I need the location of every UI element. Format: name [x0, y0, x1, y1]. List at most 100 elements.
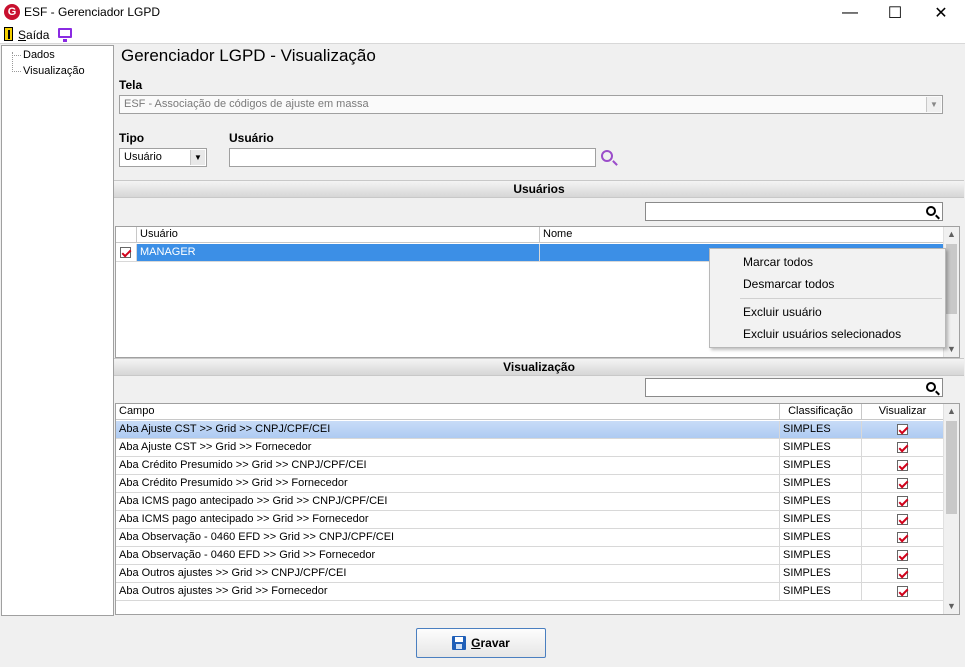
context-menu: Marcar todos Desmarcar todos Excluir usu… — [709, 248, 946, 348]
cell-visualizar — [862, 439, 944, 457]
table-row[interactable]: Aba Outros ajustes >> Grid >> Fornecedor… — [116, 583, 944, 601]
users-col-usuario[interactable]: Usuário — [137, 227, 540, 243]
visualizar-checkbox[interactable] — [897, 585, 908, 597]
app-logo-icon: G — [4, 4, 20, 20]
menu-item-marcar-todos[interactable]: Marcar todos — [743, 255, 813, 269]
cell-classificacao: SIMPLES — [780, 493, 862, 511]
window-title: ESF - Gerenciador LGPD — [24, 5, 161, 19]
cell-classificacao: SIMPLES — [780, 511, 862, 529]
menu-item-desmarcar-todos[interactable]: Desmarcar todos — [743, 277, 834, 291]
visualizar-checkbox[interactable] — [897, 459, 908, 471]
cell-campo: Aba Observação - 0460 EFD >> Grid >> CNP… — [116, 529, 780, 547]
tela-label: Tela — [119, 78, 143, 92]
cell-campo: Aba Outros ajustes >> Grid >> CNPJ/CPF/C… — [116, 565, 780, 583]
title-bar: G ESF - Gerenciador LGPD — ☐ ✕ — [0, 0, 965, 26]
users-section-header: Usuários — [114, 180, 964, 198]
menu-separator — [740, 298, 942, 299]
table-row[interactable]: Aba ICMS pago antecipado >> Grid >> Forn… — [116, 511, 944, 529]
menu-item-excluir-selecionados[interactable]: Excluir usuários selecionados — [743, 327, 901, 341]
tipo-dropdown-arrow-icon[interactable]: ▼ — [190, 150, 205, 165]
tela-dropdown-arrow-icon[interactable]: ▼ — [926, 97, 941, 112]
users-grid-check-header — [116, 227, 137, 243]
vis-grid-scrollbar[interactable]: ▲ ▼ — [943, 404, 959, 614]
scroll-up-icon[interactable]: ▲ — [944, 227, 959, 242]
cell-classificacao: SIMPLES — [780, 475, 862, 493]
visualizacao-grid: Campo Classificação Visualizar Aba Ajust… — [115, 403, 960, 615]
menu-bar: Saída — [0, 26, 965, 44]
page-title: Gerenciador LGPD - Visualização — [121, 46, 376, 65]
gravar-button[interactable]: Gravar — [416, 628, 546, 658]
exit-icon[interactable] — [4, 27, 13, 41]
cell-visualizar — [862, 565, 944, 583]
visualizar-checkbox[interactable] — [897, 477, 908, 489]
table-row[interactable]: Aba Observação - 0460 EFD >> Grid >> For… — [116, 547, 944, 565]
visualizar-checkbox[interactable] — [897, 423, 908, 435]
cell-campo: Aba Observação - 0460 EFD >> Grid >> For… — [116, 547, 780, 565]
vis-filter-search-icon[interactable] — [926, 382, 936, 392]
vis-col-campo[interactable]: Campo — [116, 404, 780, 420]
vis-section-header: Visualização — [114, 358, 964, 376]
menu-saida[interactable]: Saída — [18, 28, 49, 42]
cell-campo: Aba Ajuste CST >> Grid >> Fornecedor — [116, 439, 780, 457]
vis-filter-input[interactable] — [645, 378, 943, 397]
scroll-down-icon[interactable]: ▼ — [944, 599, 959, 614]
vis-col-visualizar[interactable]: Visualizar — [862, 404, 944, 420]
tipo-label: Tipo — [119, 131, 145, 145]
cell-classificacao: SIMPLES — [780, 565, 862, 583]
visualizar-checkbox[interactable] — [897, 495, 908, 507]
table-row[interactable]: Aba ICMS pago antecipado >> Grid >> CNPJ… — [116, 493, 944, 511]
users-filter-search-icon[interactable] — [926, 206, 936, 216]
cell-visualizar — [862, 529, 944, 547]
cell-classificacao: SIMPLES — [780, 457, 862, 475]
cell-visualizar — [862, 475, 944, 493]
scroll-thumb[interactable] — [946, 244, 957, 314]
users-filter-input[interactable] — [645, 202, 943, 221]
cell-visualizar — [862, 493, 944, 511]
row-checkbox[interactable] — [120, 246, 131, 258]
cell-classificacao: SIMPLES — [780, 529, 862, 547]
cell-campo: Aba ICMS pago antecipado >> Grid >> Forn… — [116, 511, 780, 529]
vis-col-classificacao[interactable]: Classificação — [780, 404, 862, 420]
cell-classificacao: SIMPLES — [780, 421, 862, 439]
tela-select[interactable]: ESF - Associação de códigos de ajuste em… — [119, 95, 943, 114]
monitor-icon[interactable] — [58, 28, 72, 42]
table-row[interactable]: Aba Outros ajustes >> Grid >> CNPJ/CPF/C… — [116, 565, 944, 583]
table-row[interactable]: Aba Observação - 0460 EFD >> Grid >> CNP… — [116, 529, 944, 547]
cell-classificacao: SIMPLES — [780, 547, 862, 565]
users-col-nome[interactable]: Nome — [540, 227, 944, 243]
visualizar-checkbox[interactable] — [897, 567, 908, 579]
cell-visualizar — [862, 421, 944, 439]
cell-campo: Aba Crédito Presumido >> Grid >> CNPJ/CP… — [116, 457, 780, 475]
table-row[interactable]: Aba Crédito Presumido >> Grid >> Fornece… — [116, 475, 944, 493]
tipo-value: Usuário — [124, 151, 162, 163]
tipo-select[interactable]: Usuário ▼ — [119, 148, 207, 167]
cell-campo: Aba ICMS pago antecipado >> Grid >> CNPJ… — [116, 493, 780, 511]
minimize-button[interactable]: — — [827, 0, 873, 26]
table-row[interactable]: Aba Ajuste CST >> Grid >> Fornecedor SIMP… — [116, 439, 944, 457]
menu-item-excluir-usuario[interactable]: Excluir usuário — [743, 305, 822, 319]
table-row[interactable]: Aba Crédito Presumido >> Grid >> CNPJ/CP… — [116, 457, 944, 475]
scroll-thumb[interactable] — [946, 421, 957, 514]
navigation-tree: Dados Visualização — [1, 45, 114, 616]
save-icon — [452, 636, 467, 650]
cell-campo: Aba Outros ajustes >> Grid >> Fornecedor — [116, 583, 780, 601]
visualizar-checkbox[interactable] — [897, 441, 908, 453]
cell-visualizar — [862, 547, 944, 565]
scroll-down-icon[interactable]: ▼ — [944, 342, 959, 357]
cell-classificacao: SIMPLES — [780, 439, 862, 457]
usuario-input[interactable] — [229, 148, 596, 167]
tree-item-visualizacao[interactable]: Visualização — [10, 65, 85, 77]
visualizar-checkbox[interactable] — [897, 531, 908, 543]
visualizar-checkbox[interactable] — [897, 513, 908, 525]
scroll-up-icon[interactable]: ▲ — [944, 404, 959, 419]
table-row[interactable]: Aba Ajuste CST >> Grid >> CNPJ/CPF/CEI SI… — [116, 421, 944, 439]
close-button[interactable]: ✕ — [918, 0, 964, 26]
maximize-button[interactable]: ☐ — [872, 0, 918, 26]
search-icon[interactable] — [601, 150, 613, 162]
cell-campo: Aba Crédito Presumido >> Grid >> Fornece… — [116, 475, 780, 493]
cell-classificacao: SIMPLES — [780, 583, 862, 601]
tree-item-dados[interactable]: Dados — [10, 49, 55, 61]
visualizar-checkbox[interactable] — [897, 549, 908, 561]
cell-visualizar — [862, 511, 944, 529]
cell-visualizar — [862, 457, 944, 475]
